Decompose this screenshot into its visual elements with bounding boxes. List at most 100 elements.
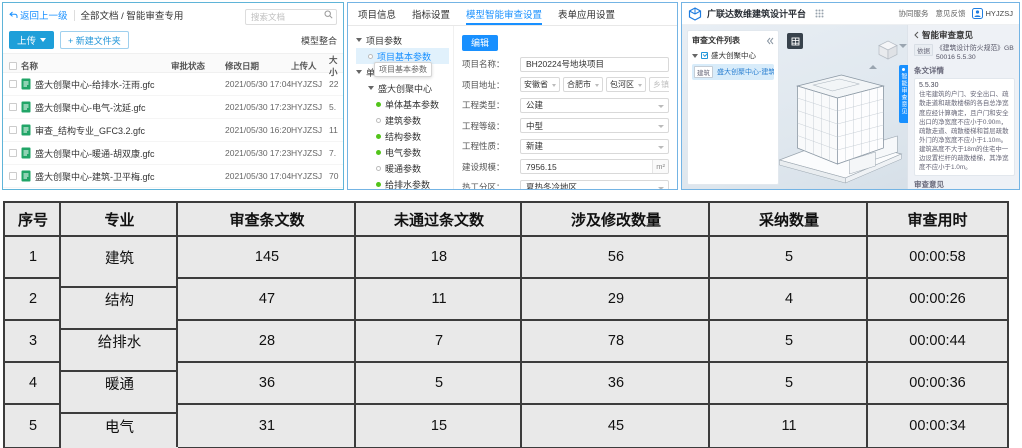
tab-project-info[interactable]: 项目信息	[358, 3, 396, 25]
review-file-sidebar: 审查文件列表 盛大创聚中心 建筑 盛大创聚中心-建筑-卫平梅.gfc	[687, 30, 779, 185]
tree-item-electrical-params[interactable]: 电气参数	[356, 144, 453, 160]
feedback-link[interactable]: 意见反馈	[935, 8, 965, 19]
model-tree-toggle-button[interactable]	[787, 33, 803, 49]
select-all-checkbox[interactable]	[9, 62, 17, 70]
new-folder-button[interactable]: + 新建文件夹	[60, 31, 129, 49]
tree-item-project-params[interactable]: 项目参数	[356, 32, 453, 48]
settings-tabs: 项目信息 指标设置 模型智能审查设置 表单应用设置	[348, 3, 677, 26]
gfc-file-icon	[21, 124, 31, 136]
edit-button[interactable]: 编辑	[462, 35, 498, 51]
basis-badge: 依据	[914, 44, 933, 56]
row-checkbox[interactable]	[9, 103, 17, 111]
tree-item-unit-basic-params[interactable]: 单体基本参数	[356, 96, 453, 112]
gfc-file-icon	[21, 78, 31, 90]
review-file-item[interactable]: 建筑 盛大创聚中心-建筑-卫平梅.gfc	[692, 64, 774, 80]
table-cell: 56	[522, 237, 710, 279]
collapse-icon[interactable]	[766, 37, 774, 45]
status-dot-icon	[376, 102, 381, 107]
status-dot-icon	[376, 134, 381, 139]
file-row[interactable]: 盛大创聚中心-电气-沈延.gfc 2021/05/30 17:23 HYJZSJ…	[3, 96, 343, 119]
user-menu[interactable]: HYJZSJ	[972, 8, 1013, 19]
table-cell: 29	[522, 279, 710, 321]
project-scale-field[interactable]: 7956.15m²	[520, 159, 669, 174]
table-cell: 7	[356, 321, 522, 363]
tree-item-hvac-params[interactable]: 暖通参数	[356, 160, 453, 176]
tree-item-architecture-params[interactable]: 建筑参数	[356, 112, 453, 128]
model-tree-root[interactable]: 盛大创聚中心	[692, 50, 774, 61]
file-name: 盛大创聚中心-给排水-汪雨.gfc	[35, 78, 155, 91]
tab-form-application[interactable]: 表单应用设置	[558, 3, 615, 25]
status-dot-icon	[376, 166, 381, 171]
tree-item-label: 项目基本参数	[377, 50, 431, 63]
discipline-badge: 建筑	[694, 66, 713, 78]
status-dot-icon	[368, 54, 373, 59]
project-grade-select[interactable]: 中型	[520, 118, 669, 133]
chevron-down-icon	[658, 146, 664, 149]
clause-section-title: 条文详情	[914, 65, 1015, 76]
apps-grid-icon[interactable]	[815, 9, 824, 18]
header-failed-clauses: 未通过条文数	[356, 203, 522, 237]
row-checkbox[interactable]	[9, 126, 17, 134]
file-row[interactable]: 盛大创聚中心-给排水-汪雨.gfc 2021/05/30 17:04 HYJZS…	[3, 73, 343, 96]
orbit-down-icon[interactable]	[899, 44, 907, 65]
province-select[interactable]: 安徽省	[520, 77, 560, 92]
model-merge-link[interactable]: 模型整合	[301, 34, 337, 47]
upload-button-label: 上传	[17, 33, 36, 47]
project-nature-select[interactable]: 新建	[520, 139, 669, 154]
tab-smart-review-settings[interactable]: 模型智能审查设置	[466, 3, 542, 25]
tree-item-label: 给排水参数	[385, 178, 430, 191]
table-cell: 5	[710, 363, 868, 405]
service-link[interactable]: 协同服务	[898, 8, 928, 19]
back-link[interactable]: 返回上一级	[9, 8, 68, 22]
search-icon[interactable]	[324, 10, 333, 19]
thermal-zone-value: 夏热冬冷地区	[526, 181, 577, 190]
upload-button[interactable]: 上传	[9, 31, 54, 49]
file-row[interactable]: 盛大创聚中心-暖通-胡双康.gfc 2021/05/30 17:23 HYJZS…	[3, 142, 343, 165]
town-select[interactable]: 乡镇/街道	[649, 77, 669, 92]
city-select[interactable]: 合肥市	[563, 77, 603, 92]
view-cube-icon	[877, 39, 899, 61]
project-name-field[interactable]: BH20224号地块项目	[520, 57, 669, 72]
status-dot-icon	[376, 150, 381, 155]
tree-item-plumbing-params[interactable]: 给排水参数	[356, 176, 453, 190]
tab-indicator-settings[interactable]: 指标设置	[412, 3, 450, 25]
app-title: 广联达数维建筑设计平台	[707, 7, 806, 20]
row-checkbox[interactable]	[9, 80, 17, 88]
column-name: 名称	[21, 60, 171, 72]
table-cell: 11	[710, 405, 868, 447]
field-label: 工程等级：	[462, 120, 520, 132]
row-checkbox[interactable]	[9, 149, 17, 157]
back-chevron-icon[interactable]	[914, 31, 919, 39]
status-dot-icon	[376, 118, 381, 123]
field-label: 工程性质：	[462, 140, 520, 152]
file-uploader: HYJZSJ	[291, 102, 329, 112]
checked-checkbox[interactable]	[701, 52, 708, 59]
orbit-up-icon[interactable]	[869, 48, 877, 69]
gfc-file-icon	[21, 101, 31, 113]
table-cell: 5	[5, 405, 61, 447]
file-row[interactable]: 盛大创聚中心-建筑-卫平梅.gfc 2021/05/30 17:04 HYJZS…	[3, 165, 343, 188]
table-cell: 5	[710, 321, 868, 363]
grid-line	[708, 203, 710, 447]
thermal-zone-select[interactable]: 夏热冬冷地区	[520, 180, 669, 191]
smart-review-vertical-tab[interactable]: 智能审查意见	[899, 65, 908, 123]
project-type-select[interactable]: 公建	[520, 98, 669, 113]
row-checkbox[interactable]	[9, 172, 17, 180]
back-link-label: 返回上一级	[20, 8, 68, 22]
review-summary-table: 序号 专业 审查条文数 未通过条文数 涉及修改数量 采纳数量 审查用时 1 建筑…	[3, 201, 1009, 448]
view-cube[interactable]	[869, 39, 893, 66]
tree-item-structure-params[interactable]: 结构参数	[356, 128, 453, 144]
district-select[interactable]: 包河区	[606, 77, 646, 92]
file-manager-toolbar: 上传 + 新建文件夹 模型整合	[3, 27, 343, 53]
table-cell: 45	[522, 405, 710, 447]
file-row[interactable]: 审查_结构专业_GFC3.2.gfc 2021/05/30 16:20 HYJZ…	[3, 119, 343, 142]
grid-line	[520, 203, 522, 447]
tree-item-shengda-center[interactable]: 盛大创聚中心	[356, 80, 453, 96]
model-viewport[interactable]	[779, 25, 907, 190]
tree-root-label: 盛大创聚中心	[711, 50, 756, 61]
clause-text: 住宅建筑的户门、安全出口、疏散走道和疏散楼梯的各自总净宽度应经计算确定，且户门和…	[919, 90, 1010, 172]
gfc-file-icon	[21, 147, 31, 159]
grid-line	[59, 203, 61, 447]
chevron-down-icon	[658, 125, 664, 128]
platform-body: 审查文件列表 盛大创聚中心 建筑 盛大创聚中心-建筑-卫平梅.gfc	[682, 25, 1019, 190]
